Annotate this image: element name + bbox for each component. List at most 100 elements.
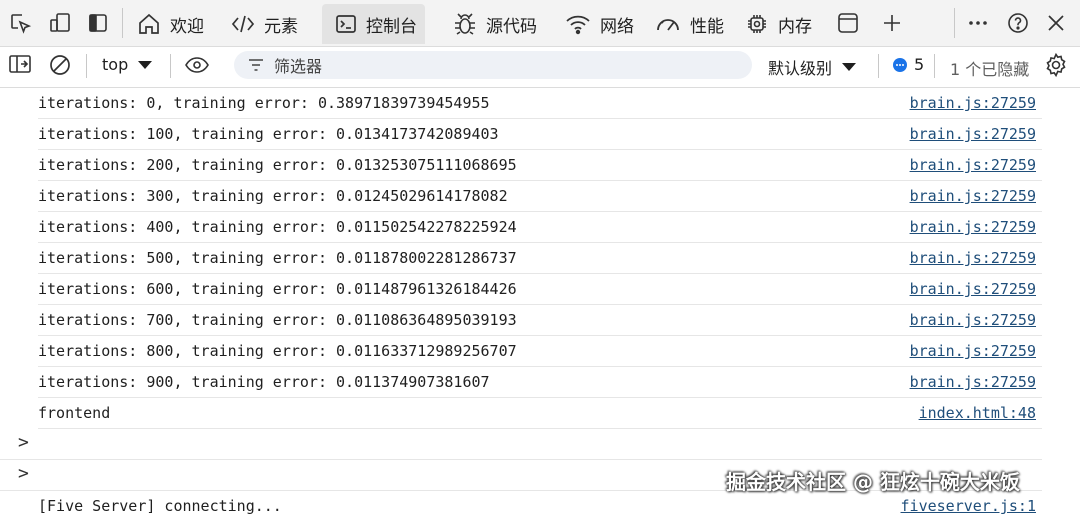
filter-icon	[248, 58, 264, 72]
log-source-link[interactable]: brain.js:27259	[910, 218, 1036, 236]
log-source-link[interactable]: brain.js:27259	[910, 311, 1036, 329]
hidden-count: 1 个已隐藏	[950, 60, 1030, 79]
tab-label: 欢迎	[170, 16, 204, 37]
tab-sources[interactable]: 源代码	[452, 4, 537, 44]
dock-side-button[interactable]	[84, 9, 112, 37]
live-expression-button[interactable]	[184, 54, 210, 76]
device-emulation-button[interactable]	[46, 9, 74, 37]
log-source-link[interactable]: brain.js:27259	[910, 125, 1036, 143]
log-row: frontend index.html:48	[38, 398, 1042, 429]
close-icon	[1045, 12, 1067, 34]
tab-welcome[interactable]: 欢迎	[136, 4, 204, 44]
log-message: iterations: 0, training error: 0.3897183…	[38, 94, 490, 112]
tab-elements[interactable]: 元素	[230, 4, 298, 44]
log-level-selector[interactable]: 默认级别	[768, 55, 857, 79]
log-row: iterations: 700, training error: 0.01108…	[38, 305, 1042, 336]
log-source-link[interactable]: brain.js:27259	[910, 94, 1036, 112]
gear-icon	[1043, 52, 1069, 78]
device-icon	[48, 11, 72, 35]
filter-input[interactable]: 筛选器	[234, 51, 752, 79]
close-devtools-button[interactable]	[1042, 9, 1070, 37]
chip-icon	[744, 11, 770, 37]
add-panel-button[interactable]	[878, 9, 906, 37]
log-source-link[interactable]: brain.js:27259	[910, 280, 1036, 298]
log-row: iterations: 300, training error: 0.01245…	[38, 181, 1042, 212]
log-row: iterations: 400, training error: 0.01150…	[38, 212, 1042, 243]
log-message: iterations: 100, training error: 0.01341…	[38, 125, 499, 143]
log-row: [Five Server] connecting... fiveserver.j…	[38, 491, 1042, 522]
toolbar-divider	[878, 54, 879, 78]
tab-memory[interactable]: 内存	[744, 4, 812, 44]
log-source-link[interactable]: brain.js:27259	[910, 373, 1036, 391]
inspect-element-button[interactable]	[6, 9, 34, 37]
help-button[interactable]	[1004, 9, 1032, 37]
inspect-icon	[8, 11, 32, 35]
tab-console[interactable]: 控制台	[322, 4, 425, 44]
log-message: iterations: 600, training error: 0.01148…	[38, 280, 517, 298]
log-message: frontend	[38, 404, 111, 422]
context-selector[interactable]: top	[102, 55, 153, 74]
tab-performance[interactable]: 性能	[654, 4, 724, 44]
tab-label: 网络	[600, 16, 634, 37]
gauge-icon	[654, 11, 682, 37]
tab-label: 性能	[690, 16, 724, 37]
prompt-chevron-icon: >	[18, 432, 29, 453]
log-source-link[interactable]: index.html:48	[919, 404, 1036, 422]
bug-icon	[452, 11, 478, 37]
chevron-down-icon	[138, 60, 153, 70]
tab-label: 元素	[264, 16, 298, 37]
message-count-button[interactable]: 5	[892, 55, 924, 74]
log-source-link[interactable]: brain.js:27259	[910, 249, 1036, 267]
toolbar-divider	[954, 8, 955, 38]
log-level-label: 默认级别	[768, 59, 833, 78]
code-icon	[230, 11, 256, 37]
window-icon	[836, 11, 860, 35]
log-message: [Five Server] connecting...	[38, 497, 282, 515]
message-count: 5	[914, 55, 925, 74]
sidebar-panel-icon	[86, 11, 110, 35]
hidden-count-label: 1 个已隐藏	[950, 56, 1029, 80]
toolbar-divider	[86, 54, 87, 78]
more-options-button[interactable]	[964, 9, 992, 37]
log-message: iterations: 900, training error: 0.01137…	[38, 373, 490, 391]
more-panels-button[interactable]	[834, 9, 862, 37]
log-source-link[interactable]: brain.js:27259	[910, 187, 1036, 205]
log-row: iterations: 0, training error: 0.3897183…	[38, 88, 1042, 119]
console-icon	[334, 12, 358, 36]
watermark: 掘金技术社区 @ 狂炫十碗大米饭	[726, 470, 1020, 494]
tab-label: 内存	[778, 16, 812, 37]
log-message: iterations: 500, training error: 0.01187…	[38, 249, 517, 267]
toolbar-divider	[934, 54, 935, 78]
log-source-link[interactable]: fiveserver.js:1	[901, 497, 1036, 515]
chevron-down-icon	[842, 62, 857, 72]
log-message: iterations: 800, training error: 0.01163…	[38, 342, 517, 360]
filter-placeholder: 筛选器	[274, 57, 323, 76]
clear-icon	[48, 53, 72, 77]
tab-label: 控制台	[366, 16, 417, 37]
log-row: iterations: 500, training error: 0.01187…	[38, 243, 1042, 274]
log-row: iterations: 200, training error: 0.01325…	[38, 150, 1042, 181]
log-message: iterations: 700, training error: 0.01108…	[38, 311, 517, 329]
show-sidebar-button[interactable]	[8, 53, 32, 75]
toolbar-divider	[122, 8, 123, 38]
log-row: iterations: 100, training error: 0.01341…	[38, 119, 1042, 150]
home-icon	[136, 11, 162, 37]
help-icon	[1006, 11, 1030, 35]
eye-icon	[184, 54, 210, 76]
clear-console-button[interactable]	[48, 53, 72, 77]
console-prompt-row[interactable]: >	[0, 429, 1042, 460]
wifi-icon	[564, 11, 592, 37]
prompt-chevron-icon: >	[18, 463, 29, 484]
log-message: iterations: 400, training error: 0.01150…	[38, 218, 517, 236]
console-settings-button[interactable]	[1043, 52, 1069, 78]
tab-label: 源代码	[486, 16, 537, 37]
tab-network[interactable]: 网络	[564, 4, 634, 44]
plus-icon	[880, 11, 904, 35]
log-message: iterations: 300, training error: 0.01245…	[38, 187, 508, 205]
log-source-link[interactable]: brain.js:27259	[910, 156, 1036, 174]
log-source-link[interactable]: brain.js:27259	[910, 342, 1036, 360]
sidebar-toggle-icon	[8, 53, 32, 75]
log-message: iterations: 200, training error: 0.01325…	[38, 156, 517, 174]
log-row: iterations: 800, training error: 0.01163…	[38, 336, 1042, 367]
log-row: iterations: 600, training error: 0.01148…	[38, 274, 1042, 305]
